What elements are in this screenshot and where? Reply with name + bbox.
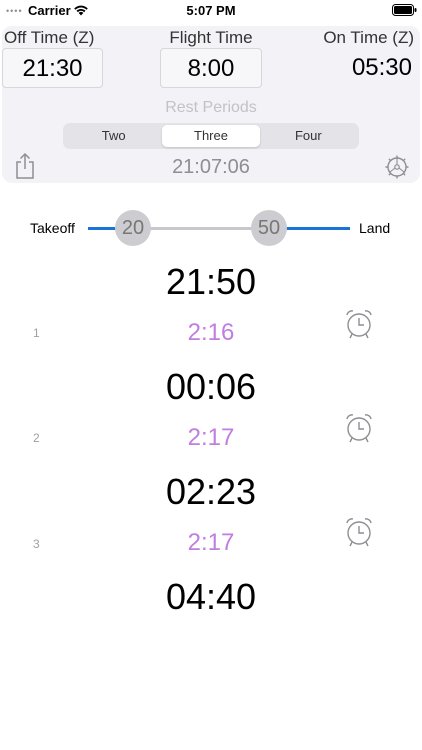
landing-offset-handle[interactable]: 50 bbox=[251, 210, 287, 246]
alarm-clock-icon[interactable] bbox=[344, 308, 374, 340]
schedule-time: 04:40 bbox=[165, 576, 257, 617]
flight-time-field[interactable]: 8:00 bbox=[160, 48, 262, 88]
flight-summary-panel: Off Time (Z) Flight Time On Time (Z) 21:… bbox=[2, 26, 420, 183]
alarm-clock-icon[interactable] bbox=[344, 516, 374, 548]
status-time: 5:07 PM bbox=[186, 3, 236, 18]
status-bar: •••• Carrier 5:07 PM bbox=[0, 0, 422, 22]
rest-option-four[interactable]: Four bbox=[260, 125, 357, 147]
off-time-field[interactable]: 21:30 bbox=[2, 48, 103, 88]
rest-periods-selector: Two Three Four bbox=[63, 123, 359, 149]
schedule-time: 02:23 bbox=[165, 471, 257, 512]
rest-window-slider: Takeoff 20 50 Land bbox=[0, 210, 422, 246]
schedule-time: 21:50 bbox=[165, 261, 257, 302]
slider-inner-range bbox=[133, 227, 269, 230]
schedule-time: 00:06 bbox=[165, 366, 257, 407]
takeoff-label: Takeoff bbox=[30, 220, 75, 236]
alarm-clock-icon[interactable] bbox=[344, 412, 374, 444]
land-label: Land bbox=[359, 220, 391, 236]
on-time-value: 05:30 bbox=[351, 54, 412, 81]
current-time-readout: 21:07:06 bbox=[172, 156, 250, 178]
gear-icon[interactable] bbox=[384, 154, 410, 180]
rest-option-two[interactable]: Two bbox=[65, 125, 162, 147]
rest-option-three[interactable]: Three bbox=[162, 125, 260, 147]
takeoff-offset-handle[interactable]: 20 bbox=[115, 210, 151, 246]
battery-icon bbox=[392, 4, 417, 16]
on-time-label: On Time (Z) bbox=[323, 28, 414, 47]
rest-periods-label: Rest Periods bbox=[165, 99, 257, 116]
